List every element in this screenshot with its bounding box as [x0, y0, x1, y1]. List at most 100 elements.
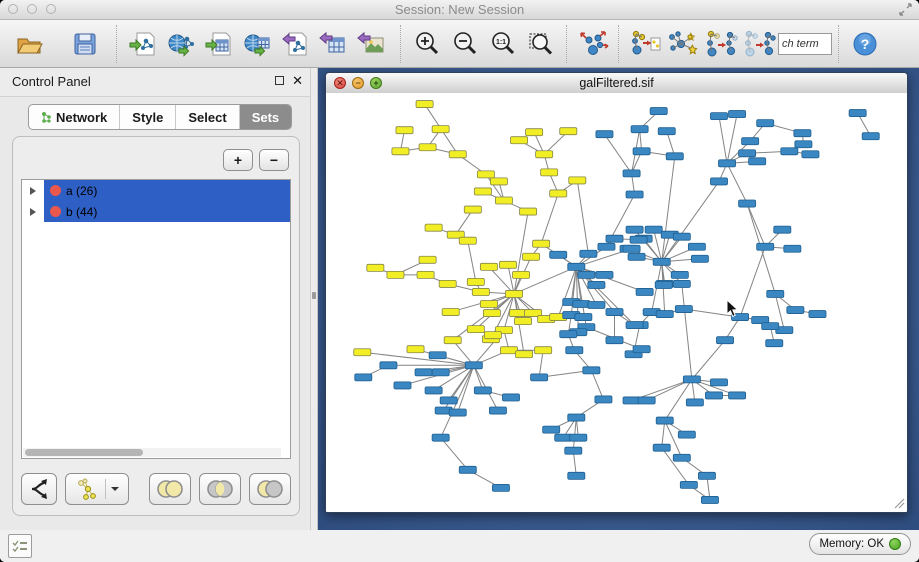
graph-node[interactable]	[680, 481, 697, 488]
graph-node[interactable]	[774, 226, 791, 233]
graph-node[interactable]	[655, 281, 672, 288]
intersect-sets-button[interactable]	[199, 473, 241, 505]
graph-node[interactable]	[509, 310, 526, 317]
graph-node[interactable]	[550, 251, 567, 258]
graph-node[interactable]	[419, 144, 436, 151]
graph-node[interactable]	[578, 271, 595, 278]
graph-node[interactable]	[675, 306, 692, 313]
graph-node[interactable]	[467, 326, 484, 333]
graph-node[interactable]	[535, 347, 552, 354]
tab-sets[interactable]: Sets	[240, 105, 291, 129]
select-neighbors-icon[interactable]	[664, 25, 702, 63]
graph-node[interactable]	[432, 126, 449, 133]
graph-node[interactable]	[595, 396, 612, 403]
graph-node[interactable]	[710, 379, 727, 386]
graph-node[interactable]	[569, 177, 586, 184]
open-session-icon[interactable]	[10, 25, 48, 63]
horizontal-scrollbar[interactable]	[23, 448, 281, 457]
graph-node[interactable]	[729, 111, 746, 118]
tab-style[interactable]: Style	[120, 105, 176, 129]
disclosure-triangle-icon[interactable]	[30, 208, 36, 216]
remove-set-button[interactable]: −	[259, 149, 289, 171]
graph-node[interactable]	[729, 392, 746, 399]
task-history-button[interactable]	[8, 534, 32, 558]
graph-node[interactable]	[575, 314, 592, 321]
graph-node[interactable]	[531, 374, 548, 381]
graph-node[interactable]	[560, 128, 577, 135]
graph-node[interactable]	[474, 188, 491, 195]
graph-node[interactable]	[573, 300, 590, 307]
graph-node[interactable]	[568, 472, 585, 479]
graph-node[interactable]	[626, 226, 643, 233]
graph-node[interactable]	[862, 133, 879, 140]
graph-node[interactable]	[580, 250, 597, 257]
graph-node[interactable]	[570, 434, 587, 441]
graph-node[interactable]	[565, 447, 582, 454]
graph-node[interactable]	[795, 141, 812, 148]
graph-node[interactable]	[766, 340, 783, 347]
union-sets-button[interactable]	[149, 473, 191, 505]
graph-node[interactable]	[550, 190, 567, 197]
disclosure-triangle-icon[interactable]	[30, 187, 36, 195]
float-panel-icon[interactable]	[275, 76, 284, 85]
graph-node[interactable]	[628, 253, 645, 260]
list-item-set-b[interactable]: b (44)	[22, 201, 290, 222]
graph-node[interactable]	[784, 245, 801, 252]
graph-node[interactable]	[432, 434, 449, 441]
tab-select[interactable]: Select	[176, 105, 239, 129]
graph-node[interactable]	[701, 496, 718, 503]
graph-node[interactable]	[762, 323, 779, 330]
network-view-window[interactable]: ✕ − + galFiltered.sif	[325, 72, 908, 513]
graph-node[interactable]	[354, 349, 371, 356]
graph-node[interactable]	[732, 314, 749, 321]
graph-node[interactable]	[656, 417, 673, 424]
graph-node[interactable]	[474, 387, 491, 394]
search-input[interactable]: ch term	[778, 33, 832, 55]
graph-node[interactable]	[500, 347, 517, 354]
graph-node[interactable]	[691, 255, 708, 262]
graph-node[interactable]	[749, 158, 766, 165]
difference-sets-button[interactable]	[249, 473, 291, 505]
graph-node[interactable]	[588, 301, 605, 308]
tab-network[interactable]: Network	[29, 105, 120, 129]
graph-node[interactable]	[623, 170, 640, 177]
graph-node[interactable]	[688, 243, 705, 250]
graph-node[interactable]	[566, 347, 583, 354]
zoom-in-icon[interactable]	[408, 25, 446, 63]
graph-node[interactable]	[673, 454, 690, 461]
graph-node[interactable]	[355, 374, 372, 381]
create-set-dropdown-button[interactable]	[65, 473, 129, 505]
graph-node[interactable]	[439, 280, 456, 287]
graph-node[interactable]	[520, 208, 537, 215]
graph-node[interactable]	[781, 148, 798, 155]
graph-node[interactable]	[515, 318, 532, 325]
graph-node[interactable]	[596, 271, 613, 278]
graph-node[interactable]	[653, 258, 670, 265]
graph-node[interactable]	[459, 237, 476, 244]
graph-node[interactable]	[705, 392, 722, 399]
graph-node[interactable]	[495, 197, 512, 204]
graph-node[interactable]	[666, 153, 683, 160]
graph-node[interactable]	[598, 243, 615, 250]
graph-node[interactable]	[742, 138, 759, 145]
graph-node[interactable]	[555, 434, 572, 441]
save-session-icon[interactable]	[66, 25, 104, 63]
list-item-set-a[interactable]: a (26)	[22, 180, 290, 201]
scrollbar-thumb[interactable]	[25, 449, 143, 456]
splitter-handle[interactable]	[312, 292, 316, 299]
graph-node[interactable]	[449, 151, 466, 158]
graph-node[interactable]	[444, 337, 461, 344]
graph-node[interactable]	[673, 233, 690, 240]
graph-node[interactable]	[626, 322, 643, 329]
graph-node[interactable]	[489, 407, 506, 414]
graph-node[interactable]	[477, 171, 494, 178]
graph-node[interactable]	[396, 127, 413, 134]
graph-node[interactable]	[417, 271, 434, 278]
graph-node[interactable]	[636, 288, 653, 295]
graph-node[interactable]	[757, 243, 774, 250]
graph-node[interactable]	[415, 369, 432, 376]
graph-node[interactable]	[658, 128, 675, 135]
graph-node[interactable]	[407, 346, 424, 353]
export-network-icon[interactable]	[276, 25, 314, 63]
graph-node[interactable]	[480, 300, 497, 307]
